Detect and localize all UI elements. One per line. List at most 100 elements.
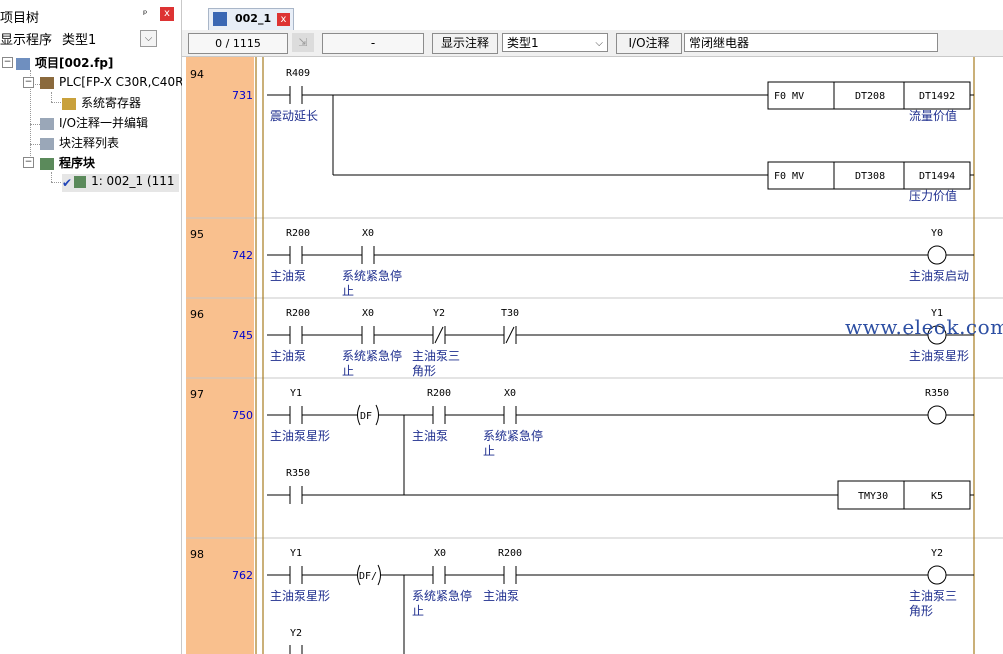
device-label: R409 — [286, 68, 310, 79]
tree-item-label: PLC[FP-X C30R,C40R — [59, 75, 184, 89]
ladder-editor[interactable]: 94 731 95 742 96 745 97 750 98 762 R409 … — [182, 57, 1003, 654]
device-comment: 主油泵启动 — [909, 269, 969, 283]
program-block-icon — [40, 157, 54, 170]
device-comment: 止 — [412, 604, 424, 618]
rung-number: 94 — [190, 68, 204, 81]
rung-number-column — [186, 57, 254, 654]
operand-label: DT1494 — [919, 171, 955, 182]
project-tree-title: 项目树 — [0, 11, 40, 26]
device-label: X0 — [362, 308, 374, 319]
device-comment: 系统紧急停 — [342, 268, 402, 283]
device-label: Y2 — [433, 308, 445, 319]
rung-number: 96 — [190, 308, 204, 321]
list-icon — [40, 137, 54, 150]
device-label: X0 — [434, 548, 446, 559]
device-comment: 止 — [342, 284, 354, 298]
close-icon[interactable]: x — [160, 7, 174, 21]
tree-item-label: 程序块 — [59, 156, 96, 170]
pin-icon[interactable]: ᵖ — [143, 9, 147, 20]
device-label: R350 — [286, 468, 310, 479]
device-comment: 止 — [483, 444, 495, 458]
device-label: R200 — [498, 548, 522, 559]
device-label: R350 — [925, 388, 949, 399]
comment-type-select[interactable]: 类型1 ⌵ — [502, 33, 608, 52]
tree-item-label: 项目[002.fp] — [35, 56, 114, 70]
device-comment: 主油泵三 — [412, 349, 460, 363]
device-label: R200 — [427, 388, 451, 399]
tree-item-label: 系统寄存器 — [81, 96, 142, 110]
step-number: 742 — [232, 249, 253, 262]
device-comment: 主油泵 — [270, 269, 306, 283]
editor-toolbar: 0 / 1115 ⇲ - 显示注释 类型1 ⌵ I/O注释 常闭继电器 — [182, 30, 1003, 57]
close-icon[interactable]: x — [277, 13, 290, 26]
tree-item-label: 块注释列表 — [59, 136, 120, 150]
device-comment: 主油泵星形 — [909, 349, 969, 363]
device-comment: 主油泵 — [270, 349, 306, 363]
step-position-display: 0 / 1115 — [188, 33, 288, 54]
device-comment: 压力价值 — [909, 188, 957, 203]
collapse-toggle[interactable]: − — [2, 57, 13, 68]
project-tree-panel: 项目树 ᵖ x 显示程序 类型1 ⌵ − 项目[002.fp] − PLC[FP… — [0, 0, 183, 654]
display-type-value[interactable]: 类型1 — [62, 29, 96, 48]
rung-number: 98 — [190, 548, 204, 561]
plc-icon — [40, 76, 54, 89]
comment-type-value: 类型1 — [507, 36, 539, 50]
device-comment: 震动延长 — [270, 109, 318, 123]
tree-item-program-blocks[interactable]: 程序块 — [40, 154, 95, 172]
jump-icon[interactable]: ⇲ — [292, 33, 314, 52]
df-label: DF/ — [359, 571, 377, 582]
device-comment: 角形 — [909, 604, 933, 618]
device-label: T30 — [501, 308, 519, 319]
device-comment: 主油泵星形 — [270, 589, 330, 603]
collapse-toggle[interactable]: − — [23, 77, 34, 88]
watermark-text: www.eleok.com — [845, 315, 1003, 339]
device-comment: 止 — [342, 364, 354, 378]
tree-item-plc[interactable]: PLC[FP-X C30R,C40R — [40, 75, 183, 93]
step-number: 731 — [232, 89, 253, 102]
operand-label: DT208 — [855, 91, 885, 102]
device-comment: 主油泵 — [483, 589, 519, 603]
tree-item-system-register[interactable]: 系统寄存器 — [62, 94, 141, 112]
display-program-label: 显示程序 — [0, 33, 53, 48]
device-label: Y2 — [931, 548, 943, 559]
tab-002-1[interactable]: 002_1 x — [208, 8, 294, 30]
tree-item-block-002-1[interactable]: ✔ 1: 002_1 (111 — [62, 174, 179, 192]
instruction-field[interactable]: - — [322, 33, 424, 54]
device-comment: 流量价值 — [909, 108, 957, 123]
show-comment-button[interactable]: 显示注释 — [432, 33, 498, 54]
device-comment: 系统紧急停 — [342, 348, 402, 363]
device-label: Y1 — [290, 388, 302, 399]
check-icon: ✔ — [62, 175, 73, 190]
step-number: 762 — [232, 569, 253, 582]
step-number: 750 — [232, 409, 253, 422]
step-number: 745 — [232, 329, 253, 342]
device-label: Y2 — [290, 628, 302, 639]
project-tree-header: 项目树 ᵖ x — [0, 6, 181, 26]
io-comment-button[interactable]: I/O注释 — [616, 33, 682, 54]
collapse-toggle[interactable]: − — [23, 157, 34, 168]
register-icon — [62, 97, 76, 110]
device-label: Y0 — [931, 228, 943, 239]
device-label: X0 — [504, 388, 516, 399]
chevron-down-icon[interactable]: ⌵ — [140, 30, 157, 47]
operand-label: DT308 — [855, 171, 885, 182]
ladder-icon — [74, 175, 87, 188]
device-label: Y1 — [290, 548, 302, 559]
list-icon — [40, 117, 54, 130]
ladder-diagram: 94 731 95 742 96 745 97 750 98 762 R409 … — [186, 57, 1003, 654]
tree-item-project[interactable]: 项目[002.fp] — [16, 54, 113, 72]
df-label: DF — [360, 411, 372, 422]
instruction-label: TMY30 — [858, 491, 888, 502]
rung-number: 97 — [190, 388, 204, 401]
tree-item-label: I/O注释一并编辑 — [59, 116, 149, 130]
device-comment: 系统紧急停 — [483, 428, 543, 443]
project-icon — [16, 57, 30, 70]
device-comment: 主油泵三 — [909, 589, 957, 603]
tree-item-block-comment[interactable]: 块注释列表 — [40, 134, 119, 152]
operand-label: K5 — [931, 491, 943, 502]
tree-item-io-comment[interactable]: I/O注释一并编辑 — [40, 114, 148, 132]
io-comment-input[interactable]: 常闭继电器 — [684, 33, 938, 52]
tree-item-label: 1: 002_1 (111 — [91, 174, 175, 188]
instruction-label: F0 MV — [774, 171, 804, 182]
device-label: X0 — [362, 228, 374, 239]
